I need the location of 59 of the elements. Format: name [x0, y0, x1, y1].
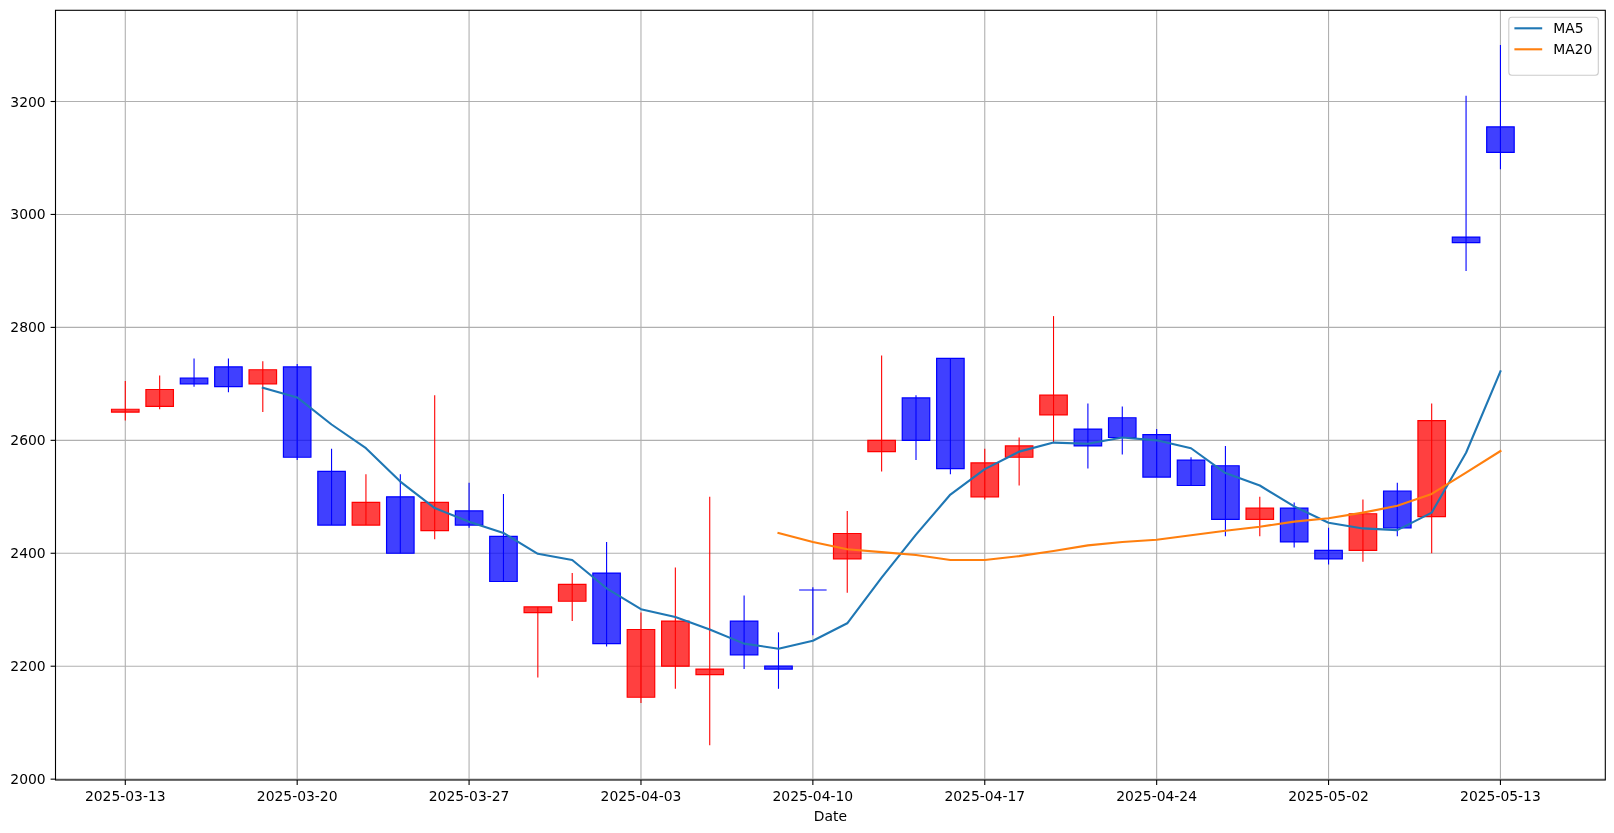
x-tick-label: 2025-03-13 — [84, 788, 166, 804]
tick-mark — [50, 552, 57, 554]
tick-mark — [50, 213, 57, 215]
candlestick — [110, 380, 140, 422]
line-swatch-icon — [1514, 48, 1543, 51]
x-tick-label: 2025-04-10 — [772, 788, 854, 804]
candlestick — [454, 482, 484, 529]
tick-mark — [640, 779, 642, 786]
candlestick — [764, 631, 793, 690]
x-tick-label: 2025-04-03 — [600, 788, 682, 804]
candlestick — [1279, 501, 1309, 549]
tick-mark — [50, 439, 57, 441]
candlestick — [145, 374, 174, 410]
tick-mark — [50, 326, 57, 328]
candlestick — [1107, 405, 1137, 455]
tick-mark — [50, 778, 57, 780]
x-tick-label: 2025-03-20 — [256, 788, 338, 804]
candlestick — [1348, 499, 1378, 563]
candlestick — [1176, 456, 1206, 487]
candlestick — [901, 394, 931, 461]
tick-mark — [124, 779, 126, 786]
candlestick — [214, 357, 243, 393]
candlestick — [179, 357, 209, 388]
tick-mark — [50, 665, 57, 667]
y-tick-label: 2000 — [10, 771, 46, 788]
candlestick — [1004, 436, 1034, 487]
candlestick — [557, 572, 587, 622]
candlestick — [1314, 527, 1343, 566]
candlestick — [1382, 482, 1412, 537]
y-tick-label: 2400 — [10, 545, 46, 562]
tick-mark — [50, 100, 57, 103]
line-swatch-icon — [1514, 27, 1543, 30]
x-tick-label: 2025-04-24 — [1116, 788, 1197, 804]
candlestick — [970, 448, 1000, 501]
tick-mark — [1499, 779, 1501, 786]
tick-mark — [812, 779, 814, 786]
candlestick — [351, 473, 381, 526]
x-tick-label: 2025-03-27 — [428, 788, 510, 804]
legend-label: MA20 — [1553, 41, 1593, 58]
x-axis-label: Date — [813, 807, 847, 824]
y-tick-label: 2600 — [10, 432, 46, 449]
candlestick — [1142, 428, 1171, 478]
x-tick-label: 2025-05-02 — [1288, 788, 1369, 804]
candlestick — [248, 360, 278, 413]
tick-mark — [1328, 779, 1330, 786]
tick-mark — [468, 779, 470, 786]
candlestick — [798, 586, 828, 636]
y-tick-label: 3200 — [10, 93, 46, 110]
tick-mark — [984, 779, 986, 786]
y-tick-label: 2200 — [10, 658, 46, 675]
legend-label: MA5 — [1553, 20, 1584, 37]
y-tick-label: 2800 — [10, 319, 46, 336]
x-tick-label: 2025-04-17 — [944, 788, 1026, 804]
tick-mark — [1156, 779, 1158, 786]
candlestick — [1245, 496, 1275, 537]
y-tick-label: 3000 — [10, 206, 46, 223]
x-tick-label: 2025-05-13 — [1460, 788, 1541, 804]
candlestick — [1073, 403, 1103, 470]
tick-mark — [296, 779, 298, 786]
